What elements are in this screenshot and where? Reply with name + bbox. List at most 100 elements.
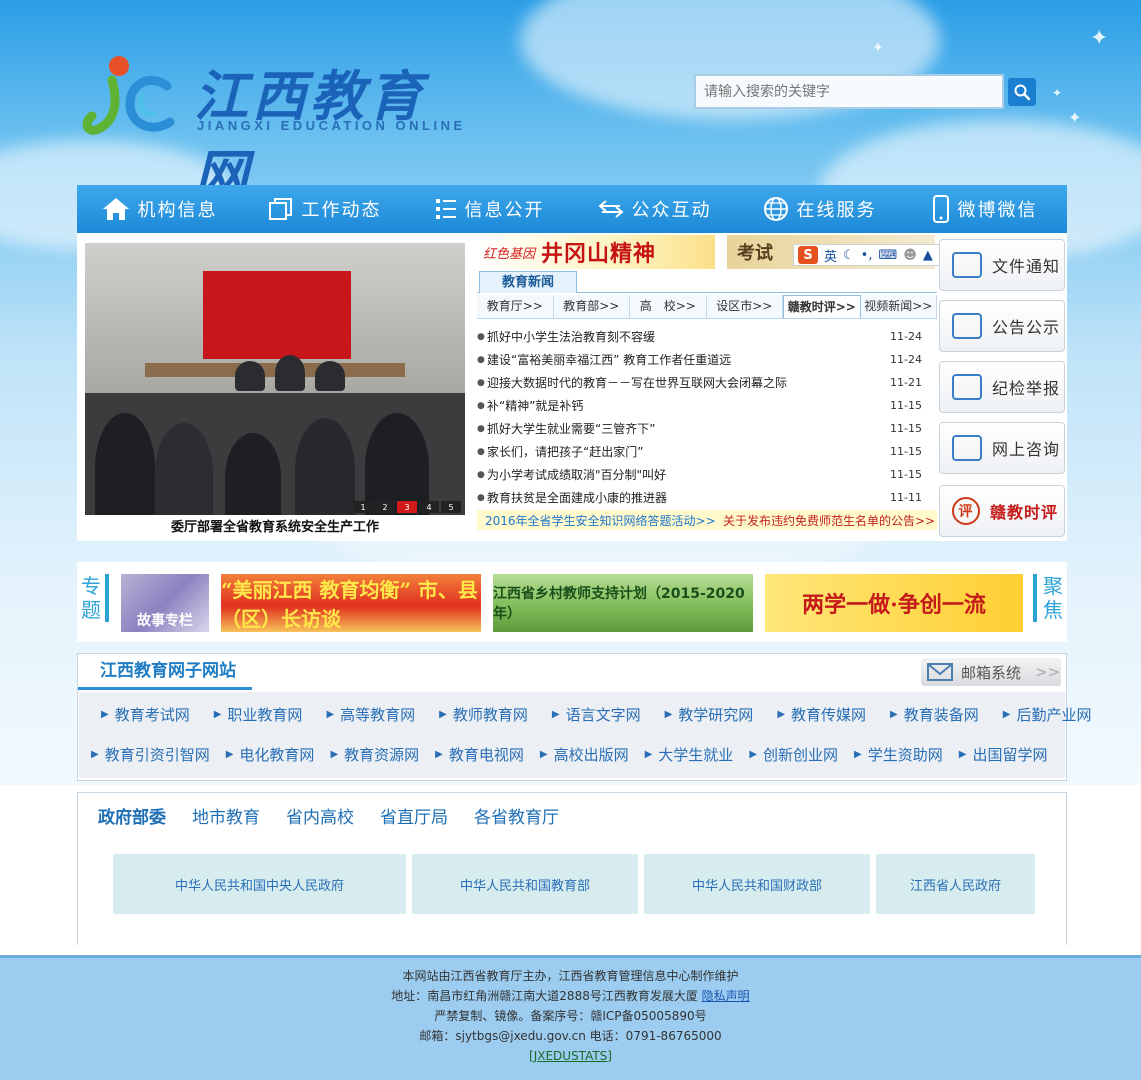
topic-banner-interview[interactable]: “美丽江西 教育均衡” 市、县（区）长访谈	[221, 574, 481, 632]
card-icon	[952, 313, 982, 339]
subsite-link[interactable]: ▶ 学生资助网	[854, 744, 943, 765]
notice-link-quiz[interactable]: 2016年全省学生安全知识网络答题活动>>	[477, 512, 723, 529]
search-input[interactable]	[694, 74, 1004, 109]
home-icon	[102, 198, 129, 220]
tab-gov-ministries[interactable]: 政府部委	[98, 803, 166, 828]
discipline-report-button[interactable]: 纪检举报	[939, 361, 1065, 413]
subsite-link[interactable]: ▶ 职业教育网	[214, 704, 303, 725]
subtab-video-news[interactable]: 视频新闻>>	[860, 295, 937, 318]
notice-link-announcement[interactable]: 关于发布违约免费师范生名单的公告>>	[723, 512, 935, 529]
footer-address-text: 地址：南昌市红角洲赣江南大道2888号江西教育发展大厦	[391, 989, 698, 1003]
gov-link-ministry-of-finance[interactable]: 中华人民共和国财政部	[644, 854, 870, 914]
slide-page-dot[interactable]: 5	[441, 501, 461, 513]
keyboard-icon[interactable]: ⌨	[878, 248, 897, 263]
news-item[interactable]: ● 迎接大数据时代的教育－－写在世界互联网大会闭幕之际 11-21	[477, 371, 922, 394]
subsite-row-2: ▶ 教育引资引智网 ▶ 电化教育网 ▶ 教育资源网 ▶ 教育电视网 ▶ 高校出版网 ▶ 大学生就业 ▶ 创…	[79, 734, 1065, 774]
nav-item-public-interaction[interactable]: 公众互动	[572, 185, 737, 233]
news-item[interactable]: ● 抓好中小学生法治教育刻不容缓 11-24	[477, 325, 922, 348]
news-title[interactable]: 教育扶贫是全面建成小康的推进器	[487, 489, 886, 506]
slide-page-dot[interactable]: 2	[375, 501, 395, 513]
announcement-button[interactable]: 公告公示	[939, 300, 1065, 352]
slide-caption[interactable]: 委厅部署全省教育系统安全生产工作	[85, 516, 465, 535]
tab-provincial-bureaus[interactable]: 省直厅局	[380, 803, 448, 828]
subsite-link[interactable]: ▶ 教师教育网	[439, 704, 528, 725]
subsite-link[interactable]: ▶ 出国留学网	[959, 744, 1048, 765]
subsite-link[interactable]: ▶ 高校出版网	[540, 744, 629, 765]
slide-page-dot-active[interactable]: 3	[397, 501, 417, 513]
nav-item-institution[interactable]: 机构信息	[77, 185, 242, 233]
subsite-link[interactable]: ▶ 教育装备网	[890, 704, 979, 725]
nav-item-weibo-wechat[interactable]: 微博微信	[902, 185, 1067, 233]
gov-link-central-government[interactable]: 中华人民共和国中央人民政府	[113, 854, 406, 914]
news-title[interactable]: 为小学考试成绩取消"百分制"叫好	[487, 466, 886, 483]
tab-education-news[interactable]: 教育新闻	[479, 271, 577, 293]
subsite-link[interactable]: ▶ 高等教育网	[326, 704, 415, 725]
nav-label: 信息公开	[464, 200, 545, 221]
topic-banner-rural-teachers[interactable]: 江西省乡村教师支持计划（2015-2020年）	[493, 574, 753, 632]
slide-page-dot[interactable]: 4	[419, 501, 439, 513]
tab-city-education[interactable]: 地市教育	[192, 803, 260, 828]
news-date: 11-24	[890, 330, 922, 343]
topic-banner-story[interactable]: 故事专栏	[121, 574, 209, 632]
subsite-link[interactable]: ▶ 教育传媒网	[777, 704, 866, 725]
commentary-button[interactable]: 评 赣教时评	[939, 485, 1065, 537]
news-title[interactable]: 建设“富裕美丽幸福江西” 教育工作者任重道远	[487, 351, 886, 368]
punctuation-icon[interactable]: •,	[861, 248, 873, 263]
subtab-cities[interactable]: 设区市>>	[706, 295, 783, 318]
slide-page-dot[interactable]: 1	[353, 501, 373, 513]
mail-system-button[interactable]: 邮箱系统 >>	[921, 658, 1061, 686]
subsite-link[interactable]: ▶ 教育资源网	[330, 744, 419, 765]
topic-banner-two-studies[interactable]: 两学一做·争创一流	[765, 574, 1023, 632]
tab-other-provinces[interactable]: 各省教育厅	[474, 803, 559, 828]
subsite-link[interactable]: ▶ 创新创业网	[749, 744, 838, 765]
file-notice-button[interactable]: 文件通知	[939, 239, 1065, 291]
news-title[interactable]: 抓好中小学生法治教育刻不容缓	[487, 328, 886, 345]
subsite-link[interactable]: ▶ 电化教育网	[226, 744, 315, 765]
news-item[interactable]: ● 补“精神”就是补钙 11-15	[477, 394, 922, 417]
side-button-label: 文件通知	[992, 257, 1061, 276]
triangle-right-icon: ▶	[101, 708, 109, 720]
user-icon[interactable]: ☻	[903, 248, 917, 263]
ime-lang[interactable]: 英	[824, 246, 837, 265]
privacy-link[interactable]: 隐私声明	[702, 989, 750, 1003]
online-consult-button[interactable]: 网上咨询	[939, 422, 1065, 474]
news-item[interactable]: ● 为小学考试成绩取消"百分制"叫好 11-15	[477, 463, 922, 486]
gov-link-jiangxi-government[interactable]: 江西省人民政府	[876, 854, 1035, 914]
tab-provincial-universities[interactable]: 省内高校	[286, 803, 354, 828]
news-item[interactable]: ● 家长们，请把孩子“赶出家门” 11-15	[477, 440, 922, 463]
nav-item-work-news[interactable]: 工作动态	[242, 185, 407, 233]
news-title[interactable]: 迎接大数据时代的教育－－写在世界互联网大会闭幕之际	[487, 374, 886, 391]
news-item[interactable]: ● 建设“富裕美丽幸福江西” 教育工作者任重道远 11-24	[477, 348, 922, 371]
envelope-icon	[952, 374, 982, 400]
nav-item-info-disclosure[interactable]: 信息公开	[407, 185, 572, 233]
news-slideshow[interactable]: 1 2 3 4 5	[85, 243, 465, 515]
subtab-universities[interactable]: 高 校>>	[630, 295, 707, 318]
news-title[interactable]: 家长们，请把孩子“赶出家门”	[487, 443, 886, 460]
search-button[interactable]	[1008, 78, 1036, 106]
subsite-link[interactable]: ▶ 语言文字网	[552, 704, 641, 725]
subsite-link[interactable]: ▶ 教育考试网	[101, 704, 190, 725]
subsite-link[interactable]: ▶ 教育引资引智网	[91, 744, 210, 765]
subsite-link[interactable]: ▶ 后勤产业网	[1003, 704, 1092, 725]
shirt-icon[interactable]: ▲	[923, 248, 933, 263]
subsite-link[interactable]: ▶ 教育电视网	[435, 744, 524, 765]
subtab-commentary[interactable]: 赣教时评>>	[783, 295, 861, 318]
subsite-link[interactable]: ▶ 教学研究网	[665, 704, 754, 725]
jinggangshan-banner[interactable]: 红色基因 井冈山精神	[477, 235, 715, 269]
site-logo[interactable]: 江西教育网 JIANGXI EDUCATION ONLINE	[82, 52, 482, 207]
news-title[interactable]: 补“精神”就是补钙	[487, 397, 886, 414]
topics-label: 专题	[81, 574, 109, 622]
subtab-ministry[interactable]: 教育部>>	[553, 295, 630, 318]
ime-logo-icon: S	[798, 246, 818, 264]
news-title[interactable]: 抓好大学生就业需要“三管齐下”	[487, 420, 886, 437]
triangle-right-icon: ▶	[435, 748, 443, 760]
subtab-education-dept[interactable]: 教育厅>>	[477, 295, 554, 318]
stats-link[interactable]: [JXEDUSTATS]	[529, 1049, 612, 1063]
news-item[interactable]: ● 教育扶贫是全面建成小康的推进器 11-11	[477, 486, 922, 509]
moon-icon[interactable]: ☾	[843, 248, 855, 263]
footer-icp: 严禁复制、镜像。备案序号：赣ICP备05005890号	[434, 1009, 707, 1023]
news-item[interactable]: ● 抓好大学生就业需要“三管齐下” 11-15	[477, 417, 922, 440]
subsite-link[interactable]: ▶ 大学生就业	[645, 744, 734, 765]
gov-link-ministry-of-education[interactable]: 中华人民共和国教育部	[412, 854, 638, 914]
nav-item-online-service[interactable]: 在线服务	[737, 185, 902, 233]
